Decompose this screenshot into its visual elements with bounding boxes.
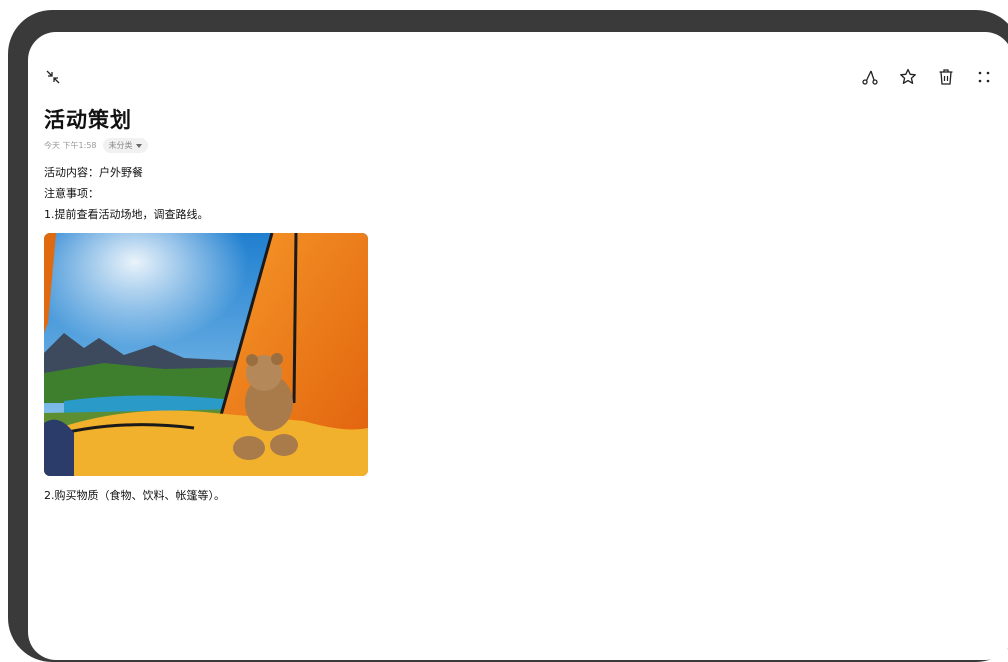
- more-dots-icon[interactable]: [973, 66, 995, 88]
- note-line[interactable]: 活动内容：户外野餐: [44, 164, 143, 180]
- category-label: 未分类: [108, 141, 133, 150]
- note-line[interactable]: 2.购买物质（食物、饮料、帐篷等）。: [44, 487, 225, 503]
- tablet-frame: 活动策划 今天 下午1:58 未分类 活动内容：户外野餐 注意事项： 1.提前查…: [8, 10, 1008, 662]
- note-line[interactable]: 1.提前查看活动场地，调查路线。: [44, 206, 209, 222]
- share-icon[interactable]: [859, 66, 881, 88]
- note-screen: 活动策划 今天 下午1:58 未分类 活动内容：户外野餐 注意事项： 1.提前查…: [28, 32, 1008, 660]
- note-timestamp: 今天 下午1:58: [44, 141, 97, 150]
- note-meta: 今天 下午1:58 未分类: [44, 138, 148, 153]
- category-dropdown[interactable]: 未分类: [102, 138, 148, 153]
- note-toolbar: [859, 66, 995, 88]
- trash-icon[interactable]: [935, 66, 957, 88]
- note-title[interactable]: 活动策划: [44, 104, 132, 134]
- collapse-arrows-icon[interactable]: [44, 68, 62, 86]
- chevron-down-icon: [135, 143, 142, 148]
- tent-photo[interactable]: [44, 233, 368, 476]
- star-icon[interactable]: [897, 66, 919, 88]
- note-line[interactable]: 注意事项：: [44, 185, 99, 201]
